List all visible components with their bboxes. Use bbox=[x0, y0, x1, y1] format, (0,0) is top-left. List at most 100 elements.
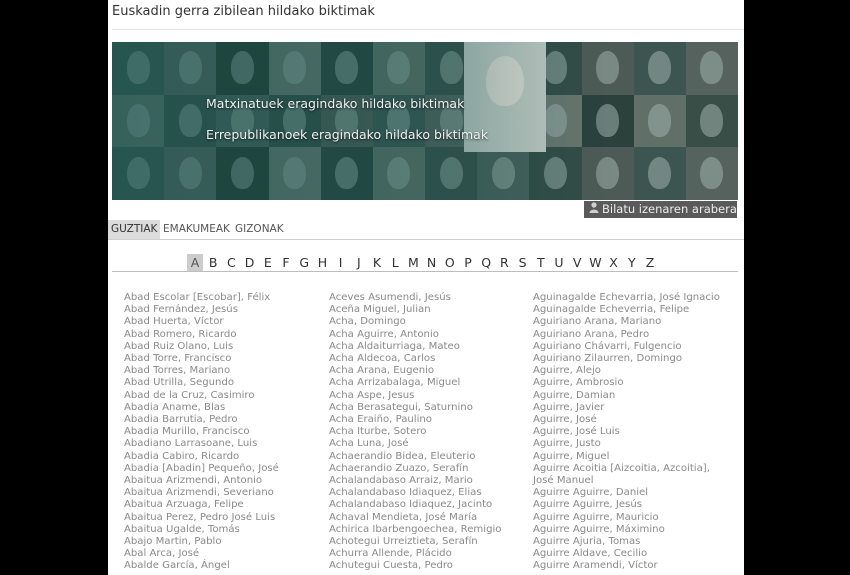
victim-name-link[interactable]: Aguirre Aguirre, Daniel bbox=[533, 487, 733, 499]
victim-name-link[interactable]: Acha, Domingo bbox=[329, 316, 529, 328]
victim-name-link[interactable]: Acha Iturbe, Sotero bbox=[329, 426, 529, 438]
victim-name-link[interactable]: Abal Arca, José bbox=[124, 548, 324, 560]
victim-name-link[interactable]: Aceña Miguel, Julian bbox=[329, 304, 529, 316]
victim-name-link[interactable]: Aguirre, Ambrosio bbox=[533, 377, 733, 389]
search-by-name-button[interactable]: Bilatu izenaren arabera bbox=[584, 201, 737, 218]
victim-name-link[interactable]: Achotegui Urreiztieta, Serafín bbox=[329, 536, 529, 548]
victim-name-link[interactable]: Aguirre Ajuria, Tomas bbox=[533, 536, 733, 548]
letter-t[interactable]: T bbox=[533, 254, 549, 271]
victim-name-link[interactable]: Abad Utrilla, Segundo bbox=[124, 377, 324, 389]
letter-l[interactable]: L bbox=[387, 254, 403, 271]
victim-name-link[interactable]: Abad Huerta, Víctor bbox=[124, 316, 324, 328]
victim-name-link[interactable]: Abaitua Perez, Pedro José Luis bbox=[124, 512, 324, 524]
letter-h[interactable]: H bbox=[314, 254, 330, 271]
victim-name-link[interactable]: Abad Romero, Ricardo bbox=[124, 329, 324, 341]
letter-v[interactable]: V bbox=[569, 254, 585, 271]
letter-e[interactable]: E bbox=[260, 254, 276, 271]
victim-name-link[interactable]: Aguinagalde Echeverria, Felipe bbox=[533, 304, 733, 316]
victim-name-link[interactable]: Aguirre Acoitia [Aizcoitia, Azcoitia], J… bbox=[533, 463, 733, 487]
victim-name-link[interactable]: Aguirre, Justo bbox=[533, 438, 733, 450]
letter-m[interactable]: M bbox=[405, 254, 421, 271]
victim-name-link[interactable]: Achirica Ibarbengoechea, Remigio bbox=[329, 524, 529, 536]
victim-name-link[interactable]: Aguirre Aldave, Cecilio bbox=[533, 548, 733, 560]
victim-name-link[interactable]: Acha Aldecoa, Carlos bbox=[329, 353, 529, 365]
victim-name-link[interactable]: Achaerandio Zuazo, Serafín bbox=[329, 463, 529, 475]
letter-q[interactable]: Q bbox=[478, 254, 494, 271]
victim-name-link[interactable]: Abalde García, Ángel bbox=[124, 560, 324, 572]
victim-name-link[interactable]: Aguirre, José Luis bbox=[533, 426, 733, 438]
victim-name-link[interactable]: Abad Escolar [Escobar], Félix bbox=[124, 292, 324, 304]
victim-name-link[interactable]: Abadia Barrutia, Pedro bbox=[124, 414, 324, 426]
victim-name-link[interactable]: Aceves Asumendi, Jesús bbox=[329, 292, 529, 304]
victim-name-link[interactable]: Achaval Mendieta, José María bbox=[329, 512, 529, 524]
letter-w[interactable]: W bbox=[587, 254, 603, 271]
letter-z[interactable]: Z bbox=[642, 254, 658, 271]
victim-name-link[interactable]: Abadia Cabiro, Ricardo bbox=[124, 451, 324, 463]
victim-name-link[interactable]: Abadia Murillo, Francisco bbox=[124, 426, 324, 438]
tab-men[interactable]: GIZONAK bbox=[232, 220, 287, 239]
letter-g[interactable]: G bbox=[296, 254, 312, 271]
victim-name-link[interactable]: Acha Aldaiturriaga, Mateo bbox=[329, 341, 529, 353]
victim-name-link[interactable]: Aguirre, Alejo bbox=[533, 365, 733, 377]
letter-k[interactable]: K bbox=[369, 254, 385, 271]
letter-u[interactable]: U bbox=[551, 254, 567, 271]
victim-name-link[interactable]: Acha Aspe, Jesus bbox=[329, 390, 529, 402]
letter-c[interactable]: C bbox=[223, 254, 239, 271]
victim-name-link[interactable]: Achalandabaso Idiaquez, Jacinto bbox=[329, 499, 529, 511]
rebel-victims-link[interactable]: Matxinatuek eragindako hildako biktimak bbox=[206, 96, 464, 111]
victim-name-link[interactable]: Abad Fernández, Jesús bbox=[124, 304, 324, 316]
victim-name-link[interactable]: Abad Torre, Francisco bbox=[124, 353, 324, 365]
letter-b[interactable]: B bbox=[205, 254, 221, 271]
victim-name-link[interactable]: Acha Eraiño, Paulino bbox=[329, 414, 529, 426]
letter-s[interactable]: S bbox=[515, 254, 531, 271]
republican-victims-link[interactable]: Errepublikanoek eragindako hildako bikti… bbox=[206, 127, 488, 142]
victim-name-link[interactable]: Achalandabaso Arraiz, Mario bbox=[329, 475, 529, 487]
victim-name-link[interactable]: Abadiano Larrasoane, Luis bbox=[124, 438, 324, 450]
victim-name-link[interactable]: Abad Ruiz Olano, Luis bbox=[124, 341, 324, 353]
victim-name-link[interactable]: Acha Arana, Eugenio bbox=[329, 365, 529, 377]
victim-name-link[interactable]: Aguiriano Chávarri, Fulgencio bbox=[533, 341, 733, 353]
victim-name-link[interactable]: Aguirre Aguirre, Jesús bbox=[533, 499, 733, 511]
victim-name-link[interactable]: Abadia [Abadin] Pequeño, José bbox=[124, 463, 324, 475]
victim-name-link[interactable]: Aguirre, Damian bbox=[533, 390, 733, 402]
victim-name-link[interactable]: Aguirre, Javier bbox=[533, 402, 733, 414]
victim-name-link[interactable]: Abaitua Arizmendi, Antonio bbox=[124, 475, 324, 487]
victim-name-link[interactable]: Acha Aguirre, Antonio bbox=[329, 329, 529, 341]
victim-name-link[interactable]: Aguirre Aguirre, Mauricio bbox=[533, 512, 733, 524]
victim-name-link[interactable]: Aguirre, Miguel bbox=[533, 451, 733, 463]
victim-name-link[interactable]: Acha Berasategui, Saturnino bbox=[329, 402, 529, 414]
victim-name-link[interactable]: Aguinagalde Echevarria, José Ignacio bbox=[533, 292, 733, 304]
victim-name-link[interactable]: Acha Arrizabalaga, Miguel bbox=[329, 377, 529, 389]
letter-o[interactable]: O bbox=[442, 254, 458, 271]
victim-name-link[interactable]: Acha Luna, José bbox=[329, 438, 529, 450]
tab-all[interactable]: GUZTIAK bbox=[108, 220, 161, 239]
letter-y[interactable]: Y bbox=[624, 254, 640, 271]
letter-f[interactable]: F bbox=[278, 254, 294, 271]
victim-name-link[interactable]: Achutegui Cuesta, Pedro bbox=[329, 560, 529, 572]
letter-j[interactable]: J bbox=[351, 254, 367, 271]
victim-name-link[interactable]: Achalandabaso Idiaquez, Elias bbox=[329, 487, 529, 499]
victim-name-link[interactable]: Achurra Allende, Plácido bbox=[329, 548, 529, 560]
letter-a[interactable]: A bbox=[187, 254, 203, 271]
letter-n[interactable]: N bbox=[424, 254, 440, 271]
victim-name-link[interactable]: Abad de la Cruz, Casimiro bbox=[124, 390, 324, 402]
tab-women[interactable]: EMAKUMEAK bbox=[160, 220, 233, 239]
victim-name-link[interactable]: Aguiriano Arana, Mariano bbox=[533, 316, 733, 328]
victim-name-link[interactable]: Abaitua Arzuaga, Felipe bbox=[124, 499, 324, 511]
letter-r[interactable]: R bbox=[496, 254, 512, 271]
letter-p[interactable]: P bbox=[460, 254, 476, 271]
victim-name-link[interactable]: Aguiriano Zilaurren, Domingo bbox=[533, 353, 733, 365]
victim-name-link[interactable]: Abaitua Ugalde, Tomás bbox=[124, 524, 324, 536]
victim-name-link[interactable]: Achaerandio Bidea, Eleuterio bbox=[329, 451, 529, 463]
victim-name-link[interactable]: Aguirre, José bbox=[533, 414, 733, 426]
victim-name-link[interactable]: Abadia Aname, Blas bbox=[124, 402, 324, 414]
victim-name-link[interactable]: Abaitua Arizmendi, Severiano bbox=[124, 487, 324, 499]
victim-name-link[interactable]: Abad Torres, Mariano bbox=[124, 365, 324, 377]
victim-name-link[interactable]: Aguirre Aramendi, Víctor bbox=[533, 560, 733, 572]
victim-name-link[interactable]: Abajo Martin, Pablo bbox=[124, 536, 324, 548]
victim-name-link[interactable]: Aguiriano Arana, Pedro bbox=[533, 329, 733, 341]
letter-d[interactable]: D bbox=[242, 254, 258, 271]
victim-name-link[interactable]: Aguirre Aguirre, Máximino bbox=[533, 524, 733, 536]
letter-x[interactable]: X bbox=[606, 254, 622, 271]
letter-i[interactable]: I bbox=[333, 254, 349, 271]
